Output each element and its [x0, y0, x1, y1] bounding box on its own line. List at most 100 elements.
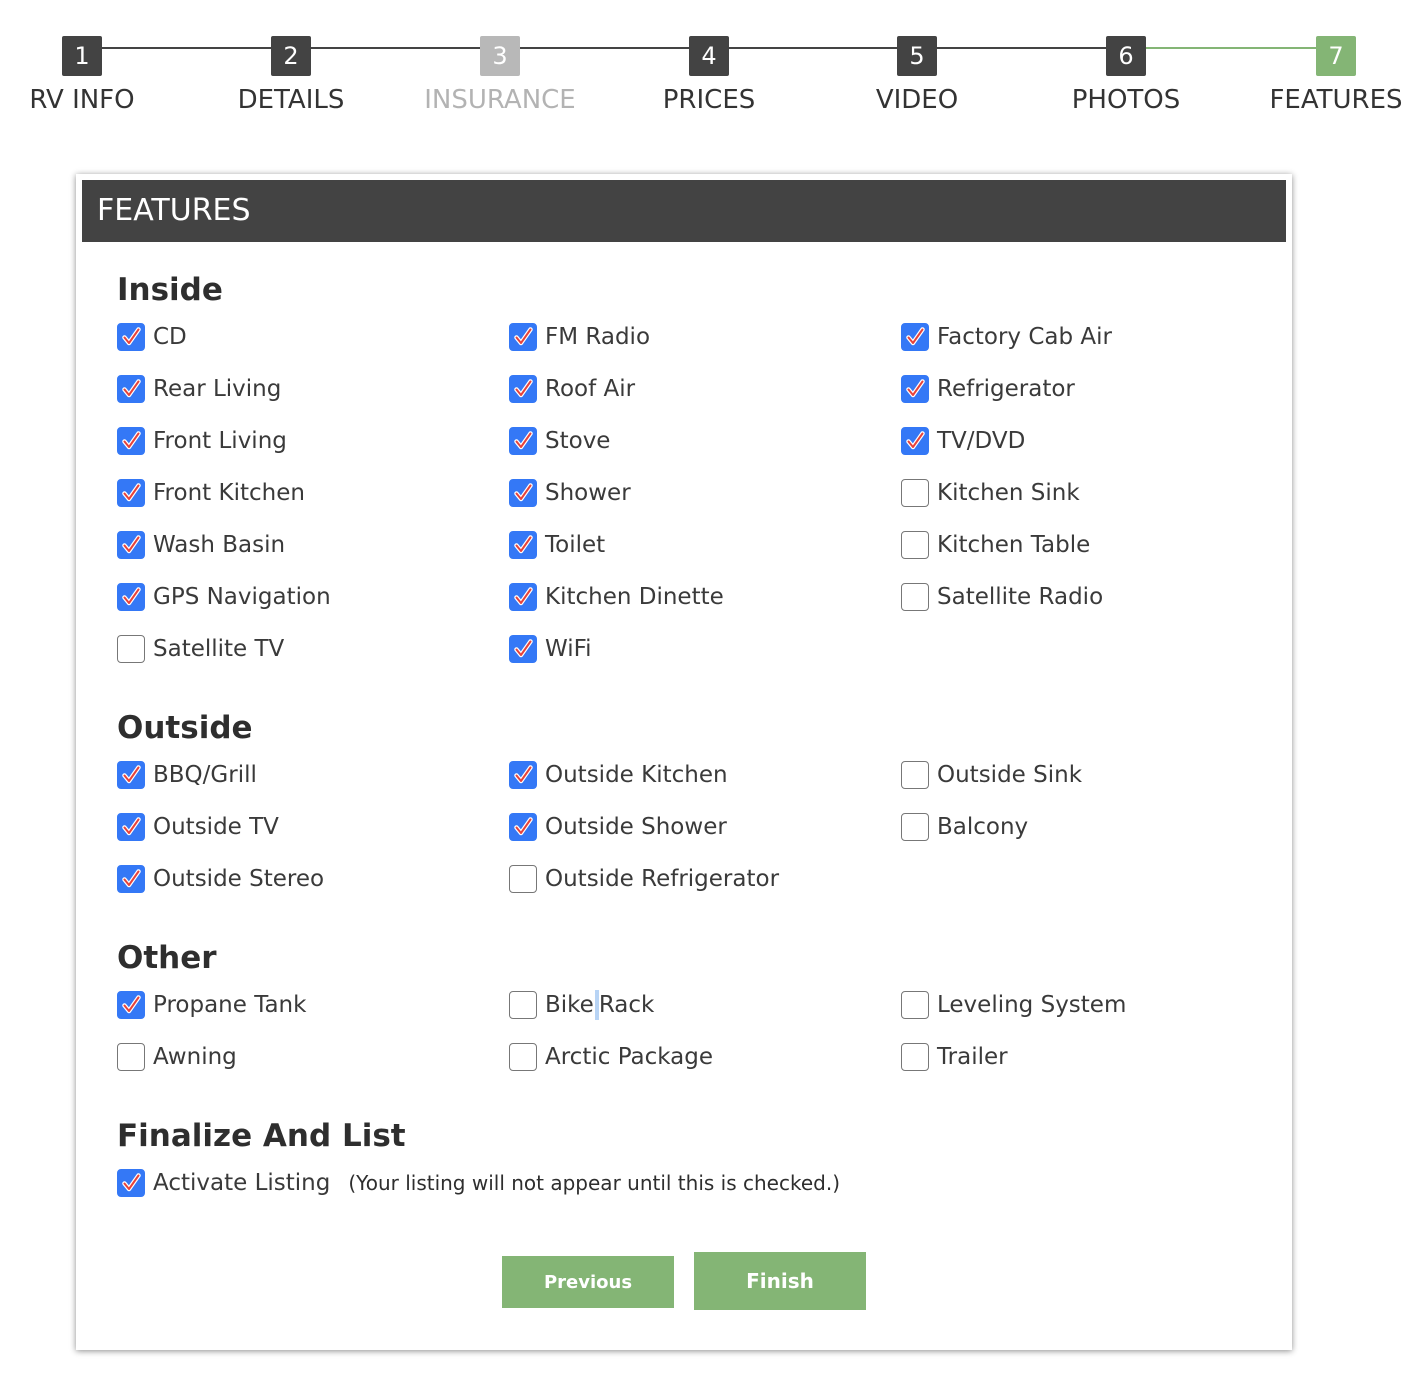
feature-label: Stove: [545, 428, 611, 454]
feature-front-kitchen-checkbox[interactable]: Front Kitchen: [117, 478, 305, 508]
checkbox-box[interactable]: [509, 1043, 537, 1071]
feature-shower-checkbox[interactable]: Shower: [509, 478, 631, 508]
checkbox-box[interactable]: [117, 375, 145, 403]
feature-wash-basin-checkbox[interactable]: Wash Basin: [117, 530, 285, 560]
feature-factory-cab-air-checkbox[interactable]: Factory Cab Air: [901, 322, 1112, 352]
feature-satellite-tv-checkbox[interactable]: Satellite TV: [117, 634, 284, 664]
feature-bike-rack-checkbox[interactable]: Bike Rack: [509, 990, 654, 1021]
step-photos[interactable]: 6 PHOTOS: [1026, 36, 1226, 115]
feature-balcony-checkbox[interactable]: Balcony: [901, 812, 1028, 842]
checkbox-box[interactable]: [901, 813, 929, 841]
step-label: RV INFO: [29, 85, 135, 115]
checkbox-box[interactable]: [117, 1169, 145, 1197]
feature-label: Satellite Radio: [937, 584, 1104, 610]
checkbox-box[interactable]: [509, 375, 537, 403]
checkbox-box[interactable]: [509, 583, 537, 611]
checkbox-box[interactable]: [901, 1043, 929, 1071]
checkbox-box[interactable]: [117, 479, 145, 507]
checkbox-box[interactable]: [901, 323, 929, 351]
feature-wifi-checkbox[interactable]: WiFi: [509, 634, 592, 664]
checkbox-box[interactable]: [901, 761, 929, 789]
checkbox-box[interactable]: [509, 865, 537, 893]
step-prices[interactable]: 4 PRICES: [609, 36, 809, 115]
checkbox-box[interactable]: [117, 1043, 145, 1071]
step-details[interactable]: 2 DETAILS: [191, 36, 391, 115]
checkbox-box[interactable]: [117, 813, 145, 841]
section-title-other: Other: [117, 940, 217, 976]
step-number: 7: [1316, 36, 1356, 76]
checkmark-icon: [122, 995, 141, 1014]
feature-kitchen-sink-checkbox[interactable]: Kitchen Sink: [901, 478, 1080, 508]
step-number: 5: [897, 36, 937, 76]
feature-bbq-grill-checkbox[interactable]: BBQ/Grill: [117, 760, 257, 790]
feature-label: Front Kitchen: [153, 480, 305, 506]
checkbox-box[interactable]: [509, 761, 537, 789]
feature-kitchen-dinette-checkbox[interactable]: Kitchen Dinette: [509, 582, 724, 612]
feature-label: CD: [153, 324, 187, 350]
feature-leveling-system-checkbox[interactable]: Leveling System: [901, 990, 1126, 1020]
feature-outside-shower-checkbox[interactable]: Outside Shower: [509, 812, 727, 842]
feature-tv-dvd-checkbox[interactable]: TV/DVD: [901, 426, 1025, 456]
feature-kitchen-table-checkbox[interactable]: Kitchen Table: [901, 530, 1090, 560]
checkbox-box[interactable]: [117, 991, 145, 1019]
checkbox-box[interactable]: [117, 427, 145, 455]
checkbox-box[interactable]: [117, 761, 145, 789]
checkmark-icon: [122, 869, 141, 888]
feature-arctic-package-checkbox[interactable]: Arctic Package: [509, 1042, 713, 1072]
activate-listing-checkbox[interactable]: Activate Listing (Your listing will not …: [117, 1168, 840, 1198]
checkbox-box[interactable]: [509, 531, 537, 559]
checkbox-box[interactable]: [117, 531, 145, 559]
feature-propane-tank-checkbox[interactable]: Propane Tank: [117, 990, 306, 1020]
checkbox-box[interactable]: [117, 635, 145, 663]
feature-cd-checkbox[interactable]: CD: [117, 322, 187, 352]
checkmark-icon: [514, 639, 533, 658]
feature-outside-stereo-checkbox[interactable]: Outside Stereo: [117, 864, 324, 894]
feature-outside-kitchen-checkbox[interactable]: Outside Kitchen: [509, 760, 728, 790]
feature-stove-checkbox[interactable]: Stove: [509, 426, 610, 456]
finish-button[interactable]: Finish: [694, 1252, 866, 1310]
feature-satellite-radio-checkbox[interactable]: Satellite Radio: [901, 582, 1103, 612]
checkbox-box[interactable]: [509, 479, 537, 507]
checkbox-box[interactable]: [509, 635, 537, 663]
checkbox-box[interactable]: [509, 991, 537, 1019]
feature-label: Kitchen Dinette: [545, 584, 724, 610]
step-label: VIDEO: [875, 85, 959, 115]
progress-stepper: 1 RV INFO 2 DETAILS 3 INSURANCE 4 PRICES…: [0, 0, 1428, 130]
feature-outside-tv-checkbox[interactable]: Outside TV: [117, 812, 279, 842]
checkbox-box[interactable]: [117, 865, 145, 893]
checkmark-icon: [122, 535, 141, 554]
step-video[interactable]: 5 VIDEO: [817, 36, 1017, 115]
step-label: DETAILS: [237, 85, 345, 115]
step-rv-info[interactable]: 1 RV INFO: [0, 36, 182, 115]
checkbox-box[interactable]: [117, 583, 145, 611]
previous-button[interactable]: Previous: [502, 1256, 674, 1308]
feature-label: Balcony: [937, 814, 1029, 840]
checkbox-box[interactable]: [901, 531, 929, 559]
feature-label: BBQ/Grill: [153, 762, 257, 788]
feature-roof-air-checkbox[interactable]: Roof Air: [509, 374, 635, 404]
checkbox-box[interactable]: [901, 427, 929, 455]
section-title-outside: Outside: [117, 710, 253, 746]
feature-front-living-checkbox[interactable]: Front Living: [117, 426, 287, 456]
feature-outside-refrigerator-checkbox[interactable]: Outside Refrigerator: [509, 864, 779, 894]
feature-toilet-checkbox[interactable]: Toilet: [509, 530, 605, 560]
feature-refrigerator-checkbox[interactable]: Refrigerator: [901, 374, 1075, 404]
feature-label: Leveling System: [937, 992, 1127, 1018]
checkbox-box[interactable]: [901, 583, 929, 611]
feature-gps-navigation-checkbox[interactable]: GPS Navigation: [117, 582, 331, 612]
checkbox-box[interactable]: [509, 813, 537, 841]
feature-awning-checkbox[interactable]: Awning: [117, 1042, 237, 1072]
feature-trailer-checkbox[interactable]: Trailer: [901, 1042, 1008, 1072]
checkbox-box[interactable]: [509, 427, 537, 455]
feature-outside-sink-checkbox[interactable]: Outside Sink: [901, 760, 1082, 790]
step-features[interactable]: 7 FEATURES: [1236, 36, 1428, 115]
checkbox-box[interactable]: [117, 323, 145, 351]
feature-fm-radio-checkbox[interactable]: FM Radio: [509, 322, 650, 352]
checkbox-box[interactable]: [509, 323, 537, 351]
step-label: PRICES: [662, 85, 756, 115]
checkbox-box[interactable]: [901, 479, 929, 507]
step-label: PHOTOS: [1071, 85, 1181, 115]
checkbox-box[interactable]: [901, 991, 929, 1019]
checkbox-box[interactable]: [901, 375, 929, 403]
feature-rear-living-checkbox[interactable]: Rear Living: [117, 374, 281, 404]
